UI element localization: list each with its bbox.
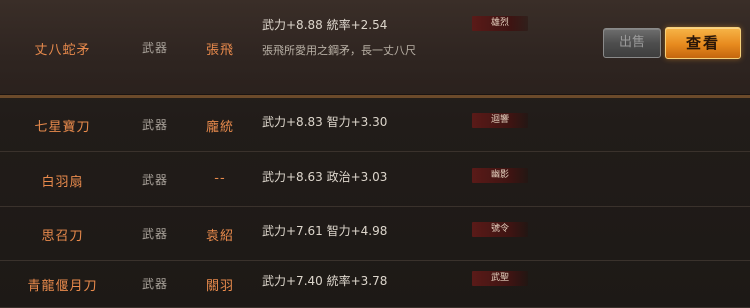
list-item[interactable]: 思召刀 武器 袁紹 武力+7.61 智力+4.98 號令 [0,206,750,261]
view-button[interactable]: 查看 [665,27,741,59]
stat-bonus: 武力+7.61 智力+4.98 [262,224,388,238]
equipped-general: -- [214,171,226,186]
item-type: 武器 [141,173,168,187]
stat-bonus: 武力+8.63 政治+3.03 [262,170,388,184]
item-type: 武器 [141,227,168,241]
weapon-name: 白羽扇 [41,175,84,190]
list-item-selected[interactable]: 丈八蛇矛 武器 張飛 武力+8.88 統率+2.54 張飛所愛用之鋼矛，長一丈八… [0,0,750,98]
skill-tag: 雄烈 [472,16,528,31]
skill-tag: 迴響 [472,113,528,128]
stat-bonus: 武力+8.83 智力+3.30 [262,115,388,129]
item-type: 武器 [141,41,168,55]
item-type: 武器 [141,277,168,291]
equipped-general: 關羽 [205,279,234,294]
list-item[interactable]: 青龍偃月刀 武器 關羽 武力+7.40 統率+3.78 武聖 [0,260,750,308]
skill-tag: 武聖 [472,271,528,286]
equipped-general: 龐統 [205,120,234,135]
skill-tag: 幽影 [472,168,528,183]
stat-bonus: 武力+7.40 統率+3.78 [262,274,388,288]
list-item[interactable]: 白羽扇 武器 -- 武力+8.63 政治+3.03 幽影 [0,152,750,207]
equipment-list-panel: 丈八蛇矛 武器 張飛 武力+8.88 統率+2.54 張飛所愛用之鋼矛，長一丈八… [0,0,750,308]
equipped-general: 袁紹 [205,229,234,244]
list-item[interactable]: 七星寶刀 武器 龐統 武力+8.83 智力+3.30 迴響 [0,97,750,152]
item-description: 張飛所愛用之鋼矛，長一丈八尺 [262,44,416,57]
weapon-name: 七星寶刀 [34,120,91,135]
weapon-name: 丈八蛇矛 [34,43,91,58]
sell-button[interactable]: 出售 [603,28,661,58]
stat-bonus: 武力+8.88 統率+2.54 [262,18,388,32]
equipped-general: 張飛 [205,43,234,58]
weapon-name: 青龍偃月刀 [27,279,98,294]
skill-tag: 號令 [472,222,528,237]
weapon-name: 思召刀 [41,229,84,244]
item-type: 武器 [141,118,168,132]
